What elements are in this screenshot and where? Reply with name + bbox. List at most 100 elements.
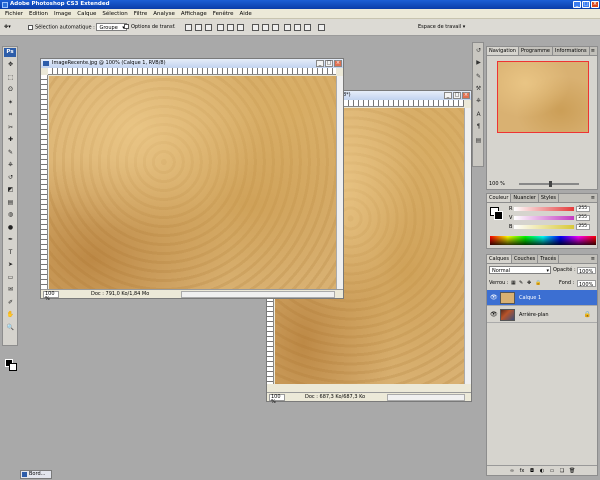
magic-wand-tool[interactable]: ✶: [6, 99, 15, 107]
channel-value-input[interactable]: 255: [576, 206, 591, 212]
distribute-bottom-icon[interactable]: [272, 24, 279, 31]
zoom-field[interactable]: 100 %: [43, 291, 59, 302]
brushes-icon[interactable]: ✎: [475, 73, 482, 80]
doc-minimize-button[interactable]: _: [316, 60, 324, 67]
layer-style-icon[interactable]: fx: [519, 468, 525, 474]
distribute-top-icon[interactable]: [252, 24, 259, 31]
document-title-bar[interactable]: ImageRecente.jpg @ 100% (Calque 1, RVB/8…: [41, 59, 343, 68]
eyedropper-tool[interactable]: ✐: [6, 299, 15, 307]
menu-aide[interactable]: Aide: [237, 9, 255, 19]
delete-layer-icon[interactable]: 🗑: [569, 468, 575, 474]
eraser-tool[interactable]: ◩: [6, 186, 15, 194]
channel-value-input[interactable]: 255: [576, 224, 591, 230]
marquee-tool[interactable]: ⬚: [6, 74, 15, 82]
lock-all-icon[interactable]: 🔒: [535, 279, 541, 287]
distribute-middle-icon[interactable]: [262, 24, 269, 31]
panel-menu-icon[interactable]: ≡: [591, 48, 595, 55]
tool-presets-icon[interactable]: ⚒: [475, 85, 482, 92]
lock-pixels-icon[interactable]: ✎: [519, 279, 523, 287]
channel-slider[interactable]: [514, 207, 575, 211]
zoom-tool[interactable]: 🔍: [6, 324, 15, 332]
tab-traces[interactable]: Tracés: [538, 255, 560, 263]
align-middle-icon[interactable]: [195, 24, 202, 31]
panel-menu-icon[interactable]: ≡: [591, 195, 595, 202]
distribute-center-icon[interactable]: [294, 24, 301, 31]
document-info[interactable]: Doc : 687,3 Ko/687,3 Ko: [305, 393, 365, 402]
channel-value-input[interactable]: 255: [576, 215, 591, 221]
tab-informations[interactable]: Informations: [553, 47, 590, 55]
layer-row-calque-1[interactable]: 👁 Calque 1: [487, 290, 597, 306]
layer-mask-icon[interactable]: ◘: [529, 468, 535, 474]
move-tool-preset-icon[interactable]: ✥▾: [4, 23, 11, 31]
document-info[interactable]: Doc : 791,0 Ko/1,84 Mo: [91, 290, 149, 299]
history-icon[interactable]: ↺: [475, 47, 482, 54]
channel-slider[interactable]: [514, 225, 575, 229]
background-color-swatch[interactable]: [9, 363, 17, 371]
menu-fichier[interactable]: Fichier: [2, 9, 26, 19]
doc-close-button[interactable]: ×: [462, 92, 470, 99]
notes-tool[interactable]: ✉: [6, 286, 15, 294]
zoom-field[interactable]: 100 %: [269, 394, 285, 405]
layer-comps-icon[interactable]: ▤: [475, 137, 482, 144]
actions-icon[interactable]: ▶: [475, 59, 482, 66]
doc-close-button[interactable]: ×: [334, 60, 342, 67]
menu-analyse[interactable]: Analyse: [150, 9, 178, 19]
vertical-scrollbar[interactable]: [464, 108, 471, 384]
doc-maximize-button[interactable]: □: [453, 92, 461, 99]
zoom-slider-knob[interactable]: [549, 181, 552, 187]
blur-tool[interactable]: ◍: [6, 211, 15, 219]
character-icon[interactable]: A: [475, 111, 482, 118]
lasso-tool[interactable]: ʘ: [6, 86, 15, 94]
align-center-icon[interactable]: [227, 24, 234, 31]
clone-stamp-tool[interactable]: ⎈: [6, 161, 15, 169]
adjustment-layer-icon[interactable]: ◐: [539, 468, 545, 474]
new-layer-icon[interactable]: ❏: [559, 468, 565, 474]
distribute-right-icon[interactable]: [304, 24, 311, 31]
tab-calques[interactable]: Calques: [487, 255, 512, 263]
distribute-left-icon[interactable]: [284, 24, 291, 31]
crop-tool[interactable]: ⌗: [6, 111, 15, 119]
hand-tool[interactable]: ✋: [6, 311, 15, 319]
history-brush-tool[interactable]: ↺: [6, 174, 15, 182]
dodge-tool[interactable]: ●: [6, 224, 15, 232]
color-background-swatch[interactable]: [494, 211, 503, 220]
tab-navigation[interactable]: Navigation: [487, 47, 519, 55]
navigator-thumbnail[interactable]: [497, 61, 589, 133]
tab-nuancier[interactable]: Nuancier: [511, 194, 539, 202]
menu-affichage[interactable]: Affichage: [178, 9, 210, 19]
type-tool[interactable]: T: [6, 249, 15, 257]
align-left-icon[interactable]: [217, 24, 224, 31]
transform-controls-option[interactable]: Options de transf.: [124, 23, 176, 31]
tab-programme[interactable]: Programme: [519, 47, 554, 55]
document-window-front[interactable]: ImageRecente.jpg @ 100% (Calque 1, RVB/8…: [40, 58, 344, 302]
opacity-input[interactable]: 100%: [577, 267, 596, 275]
minimized-document[interactable]: Bord...: [20, 470, 52, 479]
tab-styles[interactable]: Styles: [539, 194, 560, 202]
healing-brush-tool[interactable]: ✚: [6, 136, 15, 144]
maximize-button[interactable]: □: [582, 1, 590, 8]
auto-select-option[interactable]: Sélection automatique : Groupe: [28, 23, 127, 32]
new-group-icon[interactable]: ▭: [549, 468, 555, 474]
paragraph-icon[interactable]: ¶: [475, 123, 482, 130]
workspace-dropdown[interactable]: Espace de travail ▾: [415, 22, 468, 32]
link-layers-icon[interactable]: ∞: [509, 468, 515, 474]
layer-row-arriere-plan[interactable]: 👁 Arrière-plan 🔒: [487, 307, 597, 323]
fill-input[interactable]: 100%: [577, 280, 596, 288]
doc-maximize-button[interactable]: □: [325, 60, 333, 67]
color-spectrum-ramp[interactable]: [490, 236, 596, 245]
gradient-tool[interactable]: ▤: [6, 199, 15, 207]
brush-tool[interactable]: ✎: [6, 149, 15, 157]
auto-select-checkbox[interactable]: [28, 24, 33, 30]
move-tool[interactable]: ✥: [6, 61, 15, 69]
align-right-icon[interactable]: [237, 24, 244, 31]
clone-source-icon[interactable]: ⎈: [475, 97, 482, 104]
document-canvas[interactable]: [49, 76, 336, 291]
eye-icon[interactable]: 👁: [490, 311, 498, 318]
eye-icon[interactable]: 👁: [490, 294, 498, 301]
auto-align-icon[interactable]: [318, 24, 325, 31]
close-button[interactable]: ×: [591, 1, 599, 8]
minimize-button[interactable]: _: [573, 1, 581, 8]
shape-tool[interactable]: ▭: [6, 274, 15, 282]
pen-tool[interactable]: ✒: [6, 236, 15, 244]
panel-menu-icon[interactable]: ≡: [591, 256, 595, 263]
